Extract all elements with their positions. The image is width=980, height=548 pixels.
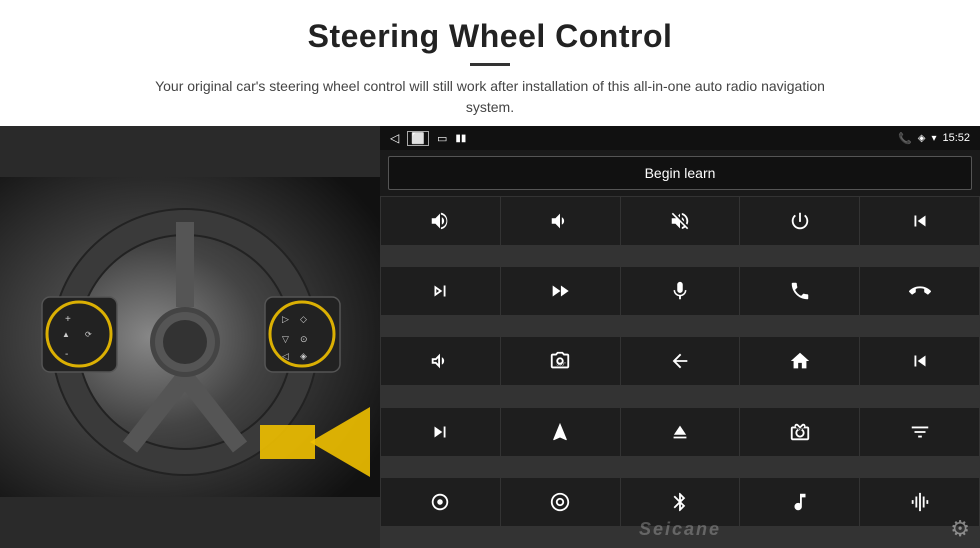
next-track-icon [429, 280, 451, 302]
bluetooth-icon [669, 491, 691, 513]
bluetooth-button[interactable] [621, 478, 740, 526]
equalizer-settings-button[interactable] [860, 408, 979, 456]
page-title: Steering Wheel Control [40, 18, 940, 55]
settings-wheel-button[interactable] [501, 478, 620, 526]
header-section: Steering Wheel Control Your original car… [0, 0, 980, 126]
status-bar: ◁ ⬜ ▭ ▮▮ 📞 ◈ ▾ 15:52 [380, 126, 980, 150]
eject-icon [669, 421, 691, 443]
subtitle: Your original car's steering wheel contr… [140, 76, 840, 118]
svg-text:⊙: ⊙ [300, 334, 308, 344]
microphone-button[interactable] [621, 267, 740, 315]
music-icon [789, 491, 811, 513]
svg-text:-: - [65, 349, 68, 360]
phone-call-button[interactable] [740, 267, 859, 315]
title-divider [470, 63, 510, 66]
music-button[interactable] [740, 478, 859, 526]
android-unit: ◁ ⬜ ▭ ▮▮ 📞 ◈ ▾ 15:52 Begin learn [380, 126, 980, 548]
fast-forward-icon [549, 280, 571, 302]
settings-wheel-icon [549, 491, 571, 513]
controls-grid: 360° [380, 196, 980, 548]
mute-button[interactable] [621, 197, 740, 245]
status-right: 📞 ◈ ▾ 15:52 [898, 132, 970, 145]
content-section: + ▲ - ⟳ ▷ ◇ ▽ ⊙ ◁ ◈ [0, 126, 980, 548]
voice-button[interactable] [381, 478, 500, 526]
navigation-icon [549, 421, 571, 443]
home-nav-icon[interactable]: ⬜ [407, 131, 429, 146]
vol-up-icon [429, 210, 451, 232]
hang-up-button[interactable] [860, 267, 979, 315]
vol-down-button[interactable] [501, 197, 620, 245]
phone-status-icon: 📞 [898, 132, 912, 145]
skip-back-button[interactable] [860, 337, 979, 385]
svg-text:▽: ▽ [282, 334, 289, 344]
phone-prev-button[interactable] [860, 197, 979, 245]
svg-text:▷: ▷ [282, 314, 289, 324]
skip-back-icon [909, 350, 931, 372]
radio-button[interactable] [740, 408, 859, 456]
phone-call-icon [789, 280, 811, 302]
vol-up-button[interactable] [381, 197, 500, 245]
audio-eq-icon [909, 491, 931, 513]
power-button[interactable] [740, 197, 859, 245]
mute-icon [669, 210, 691, 232]
svg-text:◈: ◈ [300, 351, 307, 361]
battery-sd-icon: ▮▮ [455, 133, 466, 144]
svg-text:360°: 360° [557, 362, 567, 367]
settings-gear-icon[interactable]: ⚙ [950, 516, 970, 542]
svg-text:◇: ◇ [300, 314, 307, 324]
power-icon [789, 210, 811, 232]
svg-text:⟳: ⟳ [85, 330, 92, 339]
steering-wheel-image: + ▲ - ⟳ ▷ ◇ ▽ ⊙ ◁ ◈ [0, 126, 380, 548]
microphone-icon [669, 280, 691, 302]
horn-icon [429, 350, 451, 372]
phone-prev-icon [909, 210, 931, 232]
wifi-icon: ▾ [931, 133, 936, 144]
home-nav-button[interactable] [740, 337, 859, 385]
begin-learn-row: Begin learn [380, 150, 980, 196]
next-track-button[interactable] [381, 267, 500, 315]
home-nav-icon [789, 350, 811, 372]
steering-wheel-svg: + ▲ - ⟳ ▷ ◇ ▽ ⊙ ◁ ◈ [0, 126, 380, 548]
recents-icon[interactable]: ▭ [437, 132, 447, 145]
page-container: Steering Wheel Control Your original car… [0, 0, 980, 548]
fast-forward-button[interactable] [501, 267, 620, 315]
time-display: 15:52 [942, 132, 970, 144]
vol-down-icon [549, 210, 571, 232]
begin-learn-button[interactable]: Begin learn [388, 156, 972, 190]
voice-icon [429, 491, 451, 513]
location-icon: ◈ [918, 133, 926, 144]
radio-icon [789, 421, 811, 443]
camera-360-button[interactable]: 360° [501, 337, 620, 385]
hang-up-icon [909, 280, 931, 302]
svg-text:▲: ▲ [62, 330, 70, 339]
back-nav-icon [669, 350, 691, 372]
equalizer-settings-icon [909, 421, 931, 443]
svg-text:+: + [65, 314, 71, 325]
status-left: ◁ ⬜ ▭ ▮▮ [390, 131, 466, 146]
horn-button[interactable] [381, 337, 500, 385]
skip-next-button[interactable] [381, 408, 500, 456]
navigation-button[interactable] [501, 408, 620, 456]
back-icon[interactable]: ◁ [390, 131, 399, 145]
back-nav-button[interactable] [621, 337, 740, 385]
eject-button[interactable] [621, 408, 740, 456]
camera-360-icon: 360° [549, 350, 571, 372]
skip-next-icon [429, 421, 451, 443]
